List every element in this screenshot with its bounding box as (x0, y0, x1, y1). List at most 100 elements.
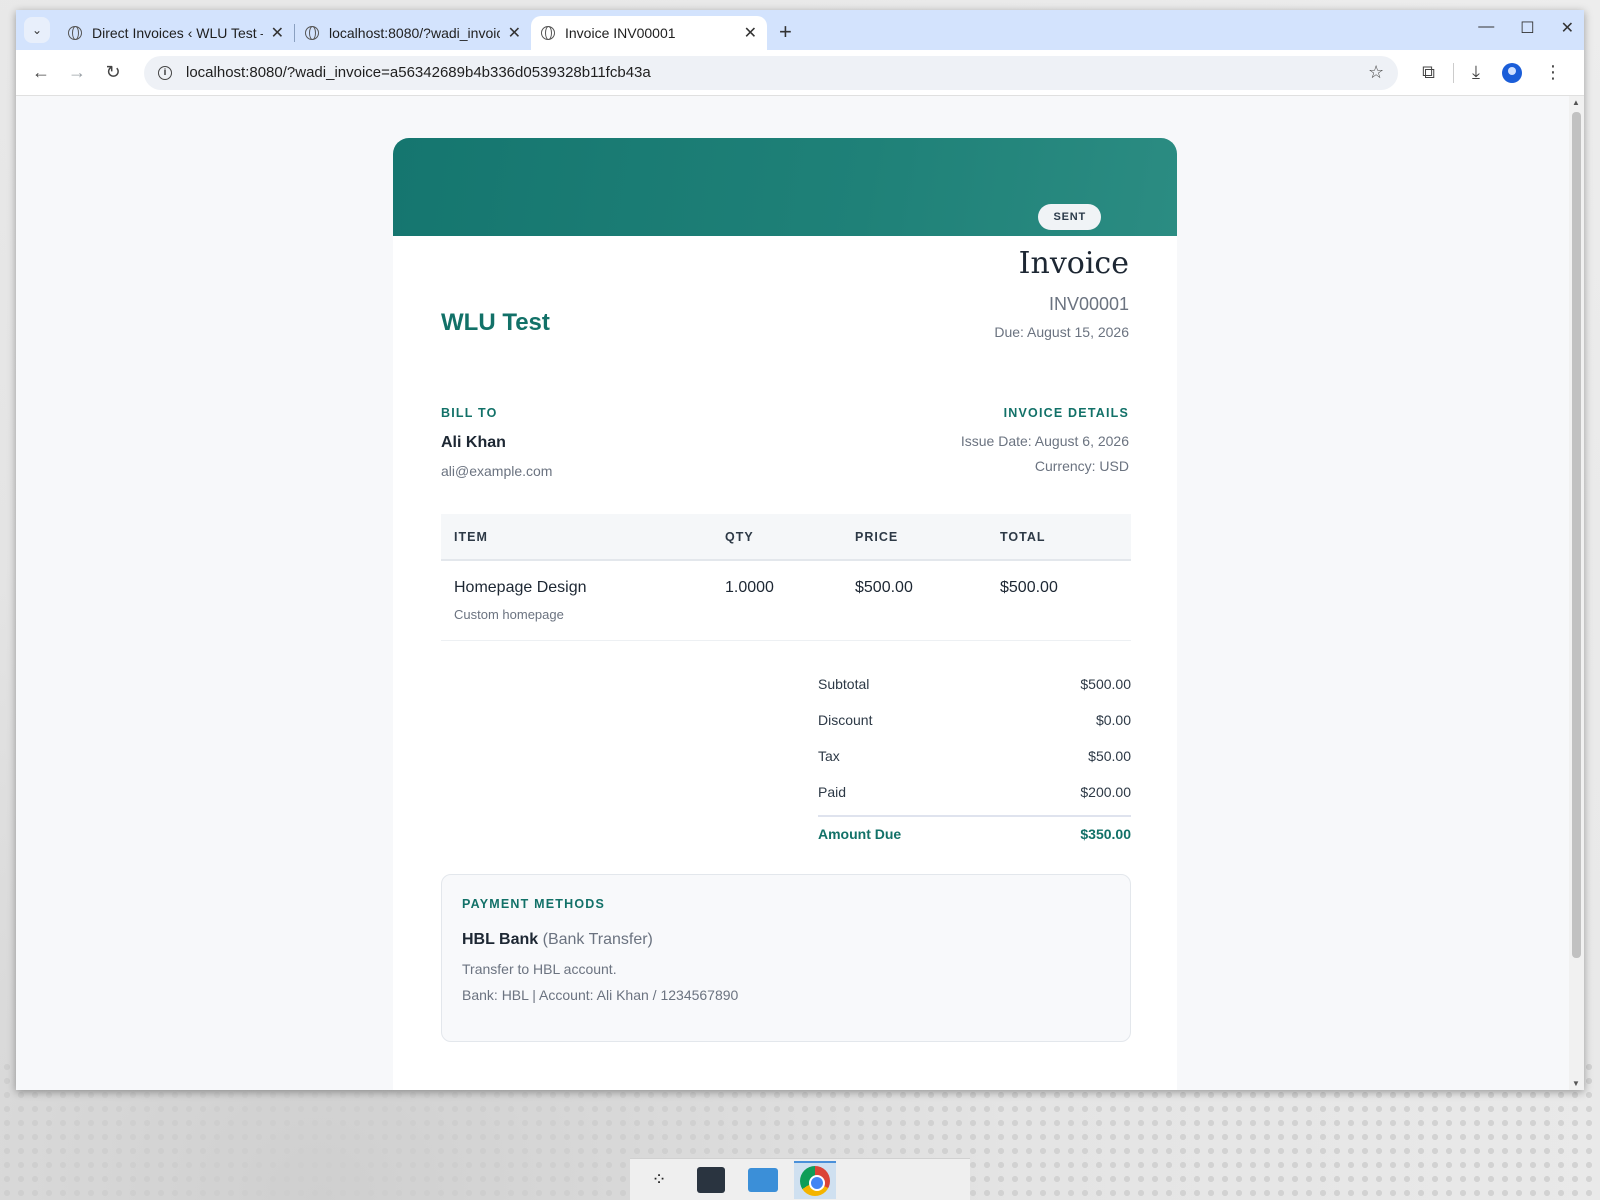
close-icon[interactable]: ✕ (508, 23, 521, 43)
back-icon[interactable]: ← (26, 62, 56, 83)
taskbar: ⁘ (630, 1158, 970, 1200)
scrollbar-thumb[interactable] (1572, 112, 1581, 958)
client-email: ali@example.com (441, 463, 553, 479)
tab-search-button[interactable]: ⌄ (24, 17, 50, 43)
bill-to-label: BILL TO (441, 406, 498, 420)
item-cell: Homepage Design Custom homepage (441, 560, 712, 641)
scroll-up-icon[interactable]: ▲ (1572, 98, 1580, 107)
forward-icon[interactable]: → (62, 62, 92, 83)
download-icon[interactable]: ⤓ (1472, 62, 1480, 83)
url-text: localhost:8080/?wadi_invoice=a56342689b4… (186, 64, 651, 81)
qty-cell: 1.0000 (712, 560, 842, 641)
taskbar-app-files[interactable] (742, 1161, 784, 1199)
column-header-price: PRICE (842, 514, 987, 561)
taskbar-app-chrome[interactable] (794, 1160, 836, 1199)
site-info-icon[interactable]: i (158, 65, 172, 80)
issue-date: Issue Date: August 6, 2026 (960, 433, 1129, 449)
close-icon[interactable]: ✕ (744, 23, 757, 43)
payment-method-title: HBL Bank (Bank Transfer) (462, 931, 1110, 949)
column-header-qty: QTY (712, 514, 842, 561)
subtotal-row: Subtotal $500.00 (818, 666, 1131, 702)
amount-due-row: Amount Due $350.00 (818, 815, 1131, 851)
invoice-card: SENT WLU Test Invoice INV00001 Due: Augu… (393, 138, 1177, 1090)
amount-due-value: $350.00 (1080, 826, 1131, 842)
maximize-icon[interactable]: ☐ (1520, 18, 1534, 38)
reload-icon[interactable]: ↻ (98, 62, 128, 83)
payment-methods-label: PAYMENT METHODS (462, 897, 606, 911)
tab-label: Invoice INV00001 (565, 25, 676, 41)
chrome-icon (800, 1165, 830, 1196)
invoice-number: INV00001 (1048, 294, 1129, 314)
company-name: WLU Test (441, 309, 550, 336)
window-controls: — ☐ ✕ (1478, 18, 1574, 38)
close-window-icon[interactable]: ✕ (1561, 18, 1574, 38)
column-header-item: ITEM (441, 514, 712, 561)
status-badge: SENT (1038, 204, 1101, 230)
total-label: Paid (818, 784, 847, 800)
globe-icon (68, 26, 82, 40)
table-header-row: ITEM QTY PRICE TOTAL (441, 514, 1131, 561)
total-value: $50.00 (1088, 748, 1131, 764)
invoice-header: WLU Test Invoice INV00001 Due: August 15… (393, 236, 1177, 396)
tab-strip: ⌄ Direct Invoices ‹ WLU Test — WordPress… (16, 10, 1584, 50)
item-name: Homepage Design (454, 579, 587, 596)
address-bar[interactable]: i localhost:8080/?wadi_invoice=a56342689… (144, 55, 1399, 90)
chevron-down-icon: ⌄ (31, 23, 43, 37)
extensions-icon[interactable]: ⧉ (1422, 62, 1435, 83)
total-cell: $500.00 (987, 560, 1131, 641)
profile-avatar-icon[interactable] (1502, 62, 1522, 83)
close-icon[interactable]: ✕ (271, 23, 284, 43)
due-date: Due: August 15, 2026 (994, 324, 1129, 340)
browser-window: ⌄ Direct Invoices ‹ WLU Test — WordPress… (16, 10, 1584, 1090)
price-cell: $500.00 (842, 560, 987, 641)
total-value: $200.00 (1080, 784, 1131, 800)
bookmark-star-icon[interactable]: ☆ (1368, 62, 1384, 83)
toolbar-divider (1453, 62, 1455, 83)
launcher-icon: ⁘ (651, 1169, 667, 1189)
page-title: Invoice (1018, 246, 1129, 281)
taskbar-app-settings[interactable] (690, 1161, 732, 1199)
tab-direct-invoices[interactable]: Direct Invoices ‹ WLU Test — WordPress ✕ (58, 16, 294, 50)
taskbar-app-launcher[interactable]: ⁘ (638, 1161, 680, 1199)
invoice-details-section: INVOICE DETAILS Issue Date: August 6, 20… (961, 406, 1129, 474)
payment-account: Bank: HBL | Account: Ali Khan / 12345678… (462, 987, 739, 1003)
amount-due-label: Amount Due (818, 826, 902, 842)
totals-summary: Subtotal $500.00 Discount $0.00 Tax $50.… (818, 666, 1131, 851)
payment-instructions: Transfer to HBL account. (462, 961, 617, 977)
bill-to-section: BILL TO Ali Khan ali@example.com (441, 406, 552, 479)
page-scrollbar[interactable]: ▲ ▼ (1569, 96, 1584, 1090)
invoice-details-label: INVOICE DETAILS (1003, 406, 1129, 420)
tab-label: localhost:8080/?wadi_invoice=a56342689b4… (329, 25, 500, 41)
new-tab-button[interactable]: + (779, 19, 792, 45)
paid-row: Paid $200.00 (818, 774, 1131, 810)
scroll-down-icon[interactable]: ▼ (1572, 1079, 1580, 1088)
tab-label: Direct Invoices ‹ WLU Test — WordPress (92, 25, 263, 41)
currency: Currency: USD (1034, 458, 1129, 474)
table-row: Homepage Design Custom homepage 1.0000 $… (441, 560, 1131, 641)
item-description: Custom homepage (454, 607, 564, 622)
line-items-table: ITEM QTY PRICE TOTAL Homepage Design Cus… (441, 514, 1131, 641)
globe-icon (305, 26, 319, 40)
total-value: $0.00 (1095, 712, 1131, 728)
total-label: Discount (818, 712, 873, 728)
total-label: Subtotal (818, 676, 870, 692)
payment-method-name: HBL Bank (462, 931, 539, 948)
total-label: Tax (818, 748, 840, 764)
payment-method-type: (Bank Transfer) (542, 931, 653, 948)
tax-row: Tax $50.00 (818, 738, 1131, 774)
globe-icon (541, 26, 555, 40)
column-header-total: TOTAL (987, 514, 1131, 561)
browser-toolbar: ← → ↻ i localhost:8080/?wadi_invoice=a56… (16, 50, 1584, 96)
invoice-banner: SENT (393, 138, 1177, 236)
settings-app-icon (697, 1166, 725, 1193)
tab-invoice[interactable]: Invoice INV00001 ✕ (531, 16, 767, 50)
menu-kebab-icon[interactable]: ⋮ (1544, 62, 1562, 83)
folder-icon (748, 1167, 778, 1192)
payment-methods-box: PAYMENT METHODS HBL Bank (Bank Transfer)… (441, 874, 1131, 1042)
minimize-icon[interactable]: — (1478, 18, 1494, 38)
client-name: Ali Khan (441, 434, 506, 451)
tab-localhost[interactable]: localhost:8080/?wadi_invoice=a56342689b4… (295, 16, 531, 50)
total-value: $500.00 (1080, 676, 1131, 692)
page-viewport: SENT WLU Test Invoice INV00001 Due: Augu… (16, 96, 1569, 1090)
discount-row: Discount $0.00 (818, 702, 1131, 738)
